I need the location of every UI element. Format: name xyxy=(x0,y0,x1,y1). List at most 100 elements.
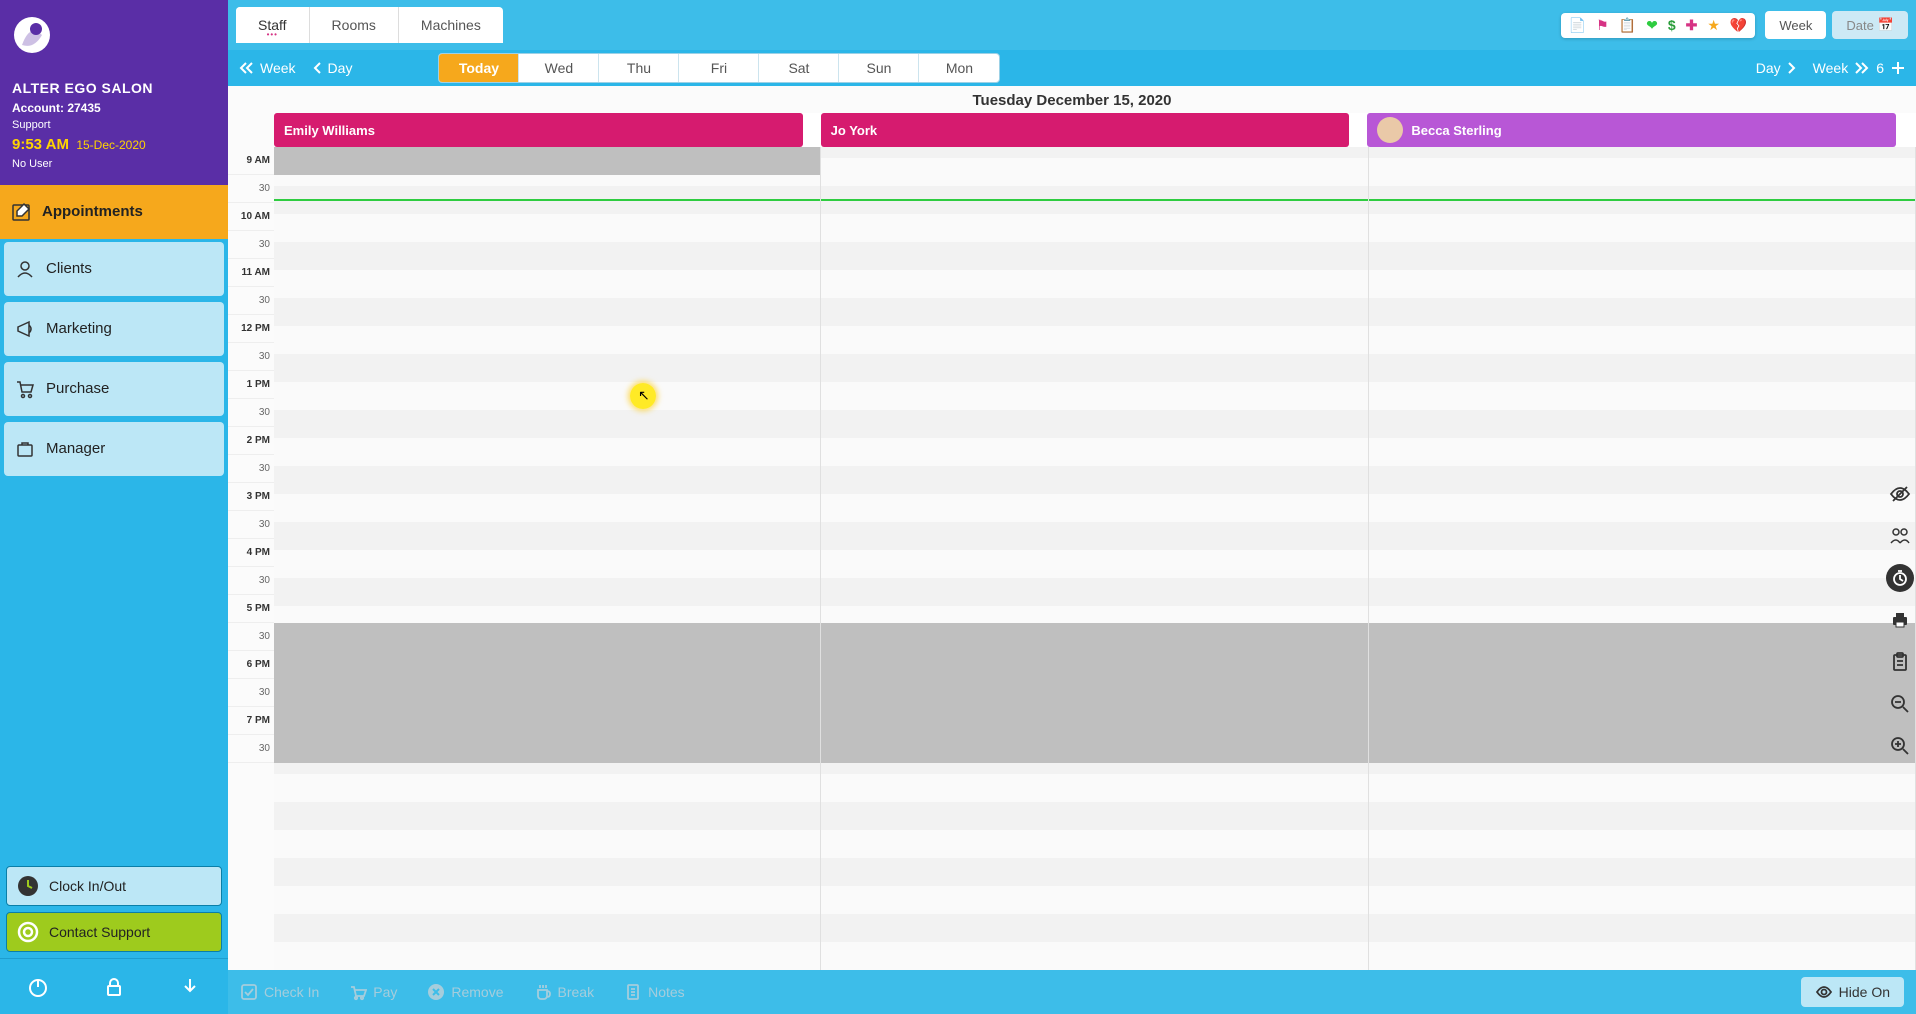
time-slot: 9 AM xyxy=(228,147,274,175)
day-forward-button[interactable]: Day xyxy=(1756,60,1797,76)
time-slot: 1 PM xyxy=(228,371,274,399)
day-tab-fri[interactable]: Fri xyxy=(679,54,759,82)
avatar xyxy=(1377,117,1403,143)
salon-name: ALTER EGO SALON xyxy=(12,78,216,99)
time-slot: 10 AM xyxy=(228,203,274,231)
staff-count[interactable]: 6 xyxy=(1876,60,1906,76)
lock-icon[interactable] xyxy=(96,969,132,1005)
star-icon[interactable]: ★ xyxy=(1707,17,1720,34)
flag-icon[interactable]: ⚑ xyxy=(1596,17,1609,34)
megaphone-icon xyxy=(14,318,36,340)
day-tab-thu[interactable]: Thu xyxy=(599,54,679,82)
clipboard-icon[interactable] xyxy=(1886,648,1914,676)
calendar-icon: 📅 xyxy=(1878,17,1894,33)
week-back-button[interactable]: Week xyxy=(238,60,296,76)
group-icon[interactable] xyxy=(1886,522,1914,550)
dollar-icon[interactable]: $ xyxy=(1668,17,1676,33)
visibility-icon[interactable] xyxy=(1886,480,1914,508)
time-slot: 12 PM xyxy=(228,315,274,343)
day-tab-sun[interactable]: Sun xyxy=(839,54,919,82)
sidebar-item-label: Purchase xyxy=(46,380,109,397)
time-slot: 30 xyxy=(228,567,274,595)
plus-icon[interactable]: ✚ xyxy=(1686,17,1698,34)
calendar-title: Tuesday December 15, 2020 xyxy=(228,86,1916,113)
clipboard-icon[interactable]: 📋 xyxy=(1619,17,1636,34)
time-slot: 30 xyxy=(228,623,274,651)
day-tabs: Today Wed Thu Fri Sat Sun Mon xyxy=(438,53,1000,83)
sidebar-item-label: Appointments xyxy=(42,203,143,220)
timer-icon[interactable] xyxy=(1886,564,1914,592)
notes-button[interactable]: Notes xyxy=(624,983,685,1001)
zoom-out-icon[interactable] xyxy=(1886,690,1914,718)
day-tab-today[interactable]: Today xyxy=(439,54,519,82)
week-forward-button[interactable]: Week xyxy=(1813,60,1871,76)
tab-rooms[interactable]: Rooms xyxy=(310,7,399,43)
day-tab-mon[interactable]: Mon xyxy=(919,54,999,82)
day-tab-wed[interactable]: Wed xyxy=(519,54,599,82)
clock-in-out-button[interactable]: Clock In/Out xyxy=(6,866,222,906)
note-icon[interactable]: 📄 xyxy=(1569,17,1586,34)
sidebar-item-label: Clients xyxy=(46,260,92,277)
staff-headers: Emily Williams Jo York Becca Sterling xyxy=(228,113,1916,147)
download-icon[interactable] xyxy=(172,969,208,1005)
time-slot: 30 xyxy=(228,511,274,539)
cart-icon xyxy=(14,378,36,400)
print-icon[interactable] xyxy=(1886,606,1914,634)
sidebar-item-label: Manager xyxy=(46,440,105,457)
date-navbar: Week Day Today Wed Thu Fri Sat Sun Mon D… xyxy=(228,50,1916,86)
heart-icon[interactable]: ❤ xyxy=(1646,17,1658,34)
break-button[interactable]: Break xyxy=(534,983,595,1001)
staff-header-jo[interactable]: Jo York xyxy=(821,113,1350,147)
week-button[interactable]: Week xyxy=(1765,11,1826,39)
briefcase-icon xyxy=(14,438,36,460)
support-label: Support xyxy=(12,117,216,134)
grid-col-jo[interactable] xyxy=(821,147,1368,970)
time-slot: 30 xyxy=(228,287,274,315)
pay-button[interactable]: Pay xyxy=(349,983,397,1001)
support-icon xyxy=(17,921,39,943)
zoom-in-icon[interactable] xyxy=(1886,732,1914,760)
grid-col-emily[interactable]: ↖ xyxy=(274,147,821,970)
app-logo[interactable] xyxy=(0,0,228,70)
sidebar: ALTER EGO SALON Account: 27435 Support 9… xyxy=(0,0,228,1014)
staff-header-becca[interactable]: Becca Sterling xyxy=(1367,113,1896,147)
sidebar-item-appointments[interactable]: Appointments xyxy=(0,185,228,239)
grid-col-becca[interactable] xyxy=(1369,147,1916,970)
current-date: 15-Dec-2020 xyxy=(76,138,145,152)
power-icon[interactable] xyxy=(20,969,56,1005)
sidebar-nav: Appointments Clients Marketing Purchase … xyxy=(0,185,228,1014)
account-number: Account: 27435 xyxy=(12,99,216,117)
hide-on-button[interactable]: Hide On xyxy=(1801,977,1904,1007)
sidebar-item-marketing[interactable]: Marketing xyxy=(4,302,224,356)
time-slot: 11 AM xyxy=(228,259,274,287)
calendar-body[interactable]: 9 AM3010 AM3011 AM3012 PM301 PM302 PM303… xyxy=(228,147,1916,970)
topbar: Staff Rooms Machines 📄 ⚑ 📋 ❤ $ ✚ ★ 💔 Wee… xyxy=(228,0,1916,50)
time-slot: 30 xyxy=(228,175,274,203)
time-column: 9 AM3010 AM3011 AM3012 PM301 PM302 PM303… xyxy=(228,147,274,970)
contact-support-button[interactable]: Contact Support xyxy=(6,912,222,952)
calendar: Tuesday December 15, 2020 Emily Williams… xyxy=(228,86,1916,970)
clients-icon xyxy=(14,258,36,280)
sidebar-item-label: Marketing xyxy=(46,320,112,337)
tab-staff[interactable]: Staff xyxy=(236,7,310,43)
time-slot: 30 xyxy=(228,679,274,707)
checkin-button[interactable]: Check In xyxy=(240,983,319,1001)
calendar-grid[interactable]: ↖ xyxy=(274,147,1916,970)
sidebar-item-purchase[interactable]: Purchase xyxy=(4,362,224,416)
day-tab-sat[interactable]: Sat xyxy=(759,54,839,82)
date-picker-button[interactable]: Date 📅 xyxy=(1832,11,1908,39)
tab-machines[interactable]: Machines xyxy=(399,7,503,43)
time-slot: 6 PM xyxy=(228,651,274,679)
time-slot: 30 xyxy=(228,399,274,427)
time-slot: 7 PM xyxy=(228,707,274,735)
bottombar: Check In Pay Remove Break Notes Hide On xyxy=(228,970,1916,1014)
sidebar-item-clients[interactable]: Clients xyxy=(4,242,224,296)
broken-heart-icon[interactable]: 💔 xyxy=(1730,17,1747,34)
week-date-toggle: Week Date 📅 xyxy=(1765,11,1908,39)
sidebar-item-manager[interactable]: Manager xyxy=(4,422,224,476)
remove-button[interactable]: Remove xyxy=(427,983,503,1001)
account-info: ALTER EGO SALON Account: 27435 Support 9… xyxy=(0,70,228,185)
staff-header-emily[interactable]: Emily Williams xyxy=(274,113,803,147)
day-back-button[interactable]: Day xyxy=(312,60,353,76)
status-icon-bar: 📄 ⚑ 📋 ❤ $ ✚ ★ 💔 xyxy=(1561,13,1756,38)
